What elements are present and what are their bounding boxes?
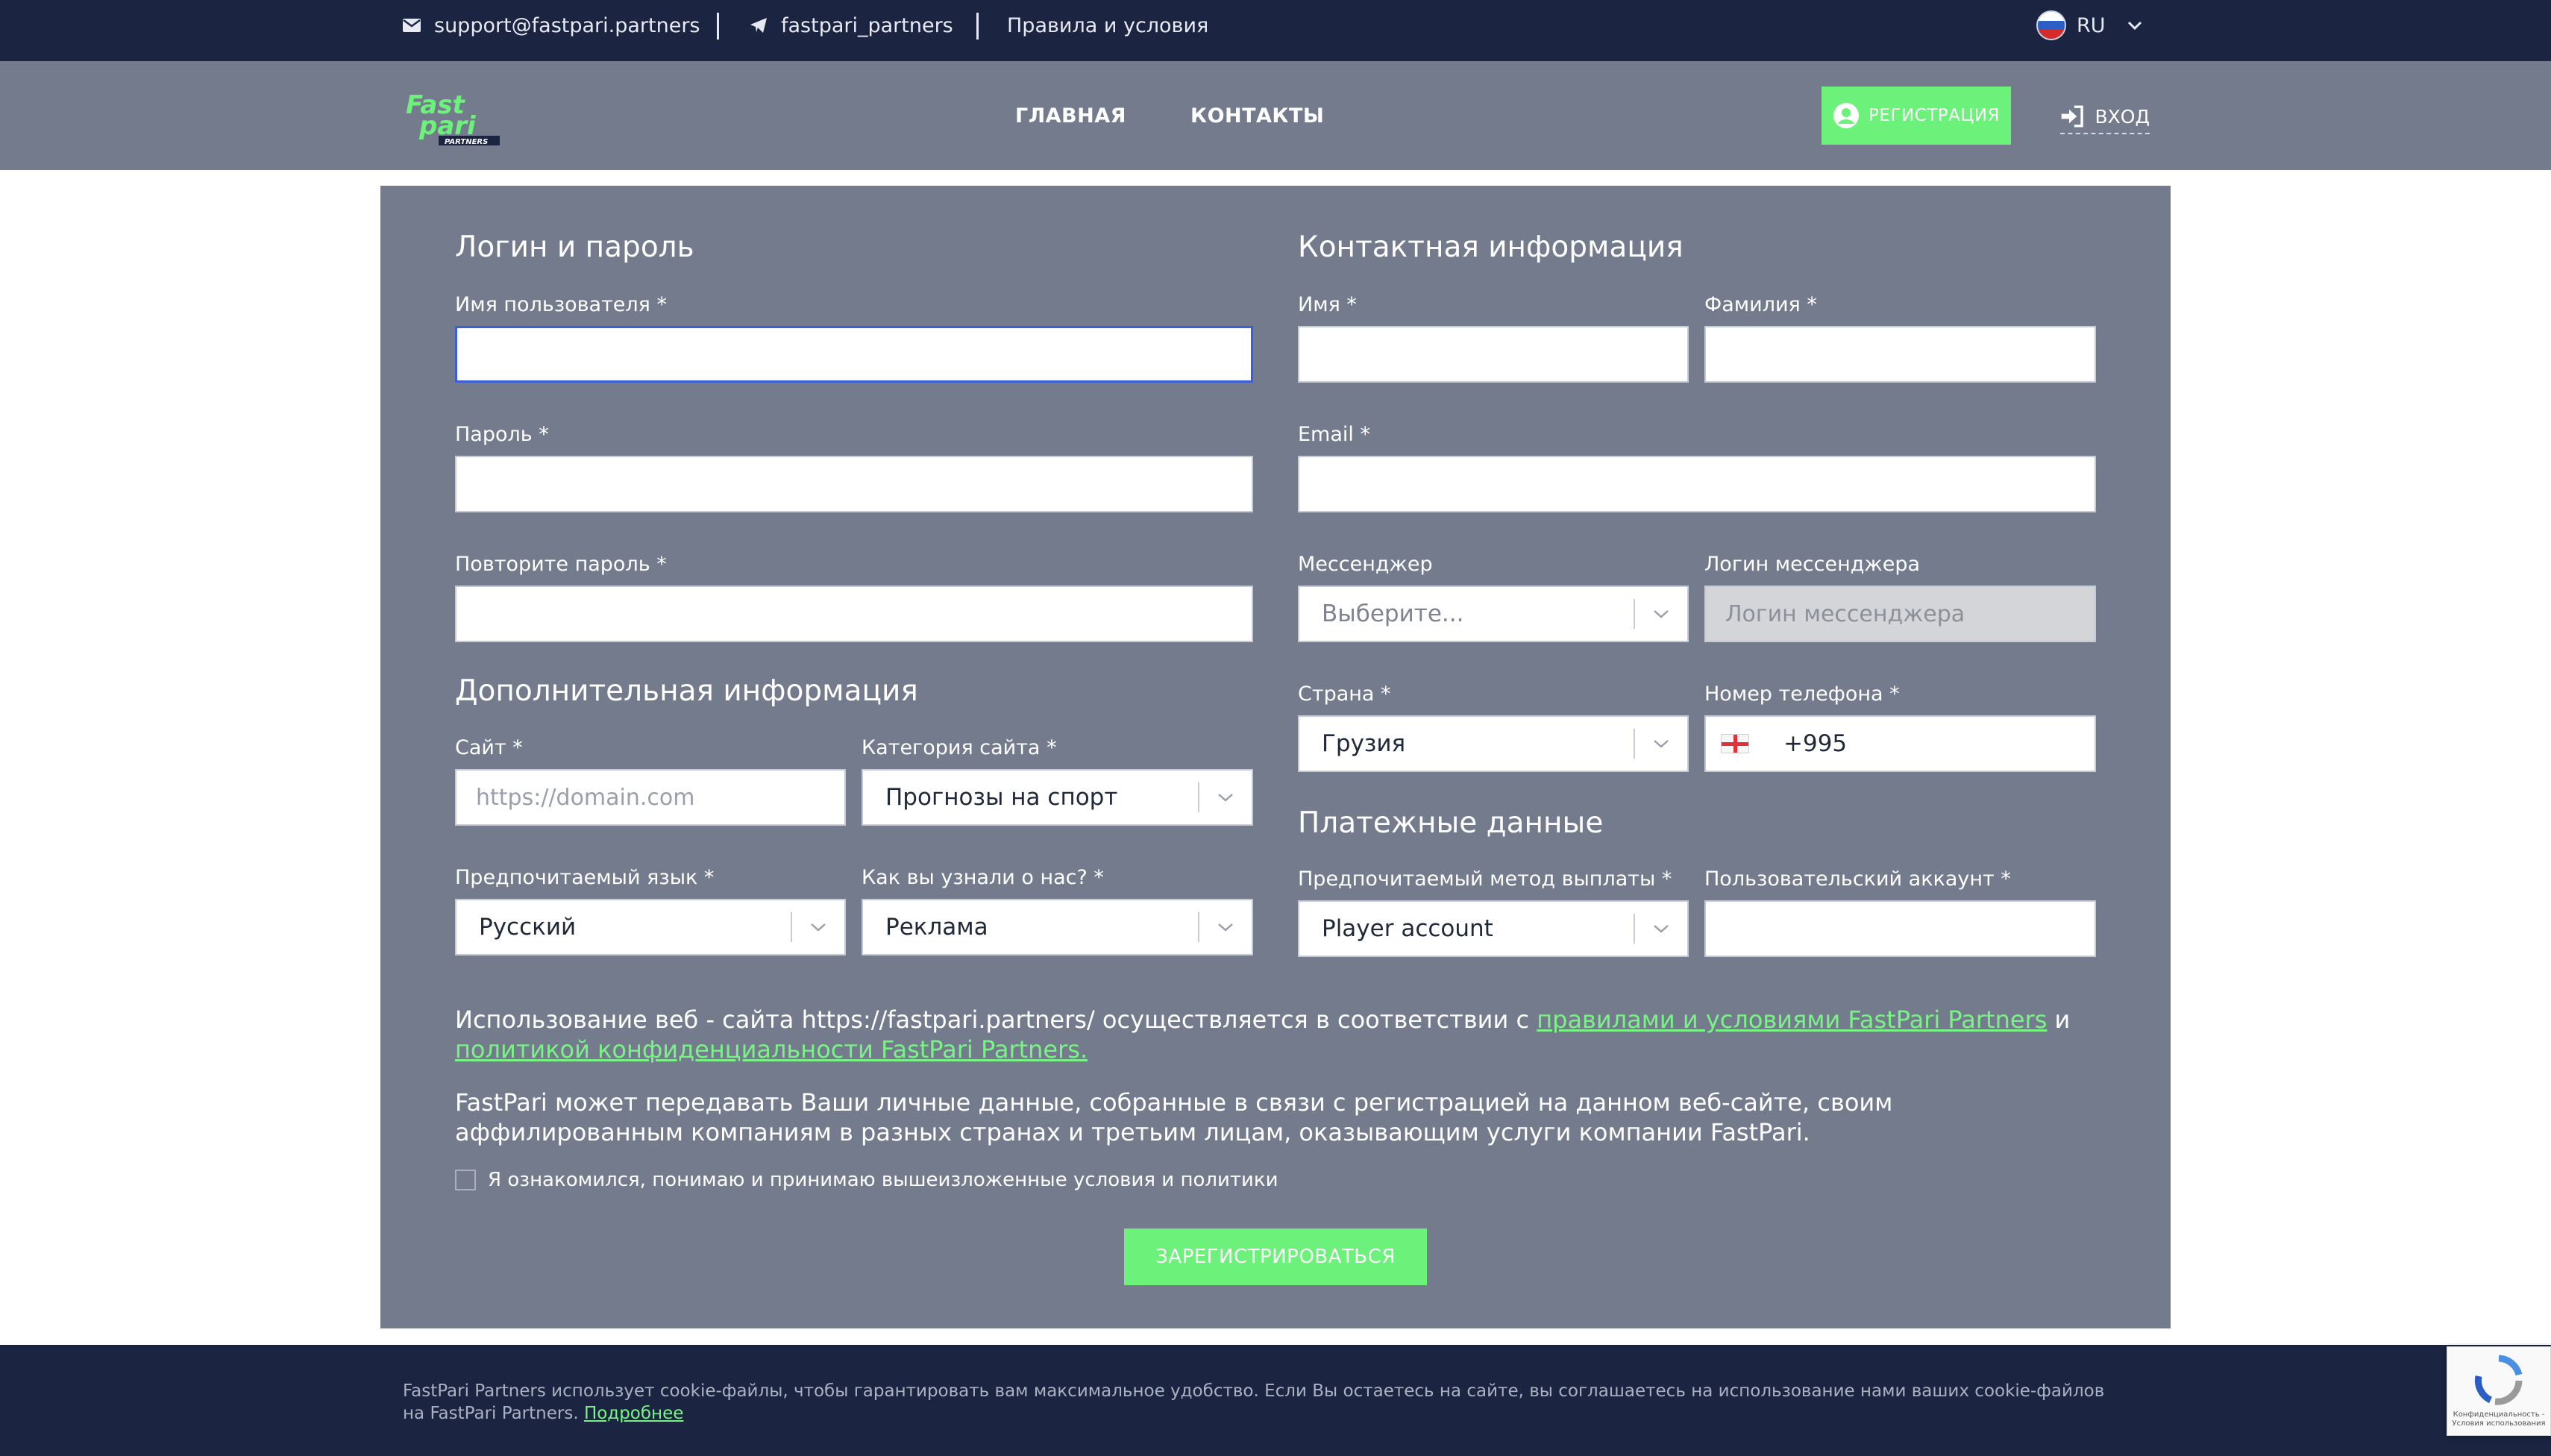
login-button[interactable]: ВХОД [2060, 100, 2150, 134]
terms-checkbox[interactable] [455, 1170, 476, 1190]
messenger-label: Мессенджер [1298, 553, 1433, 576]
terms-paragraph: Использование веб - сайта https://fastpa… [455, 1005, 2103, 1064]
nav-contacts-link[interactable]: КОНТАКТЫ [1190, 61, 1324, 170]
user-circle-icon [1833, 103, 1860, 128]
divider [717, 13, 719, 40]
chevron-down-icon [2127, 21, 2141, 31]
login-section-title: Логин и пароль [455, 230, 694, 264]
telegram-icon [750, 18, 767, 33]
support-email-link[interactable]: support@fastpari.partners [403, 0, 700, 51]
username-label: Имя пользователя * [455, 293, 667, 316]
language-select[interactable]: Русский [455, 899, 846, 956]
phone-input[interactable]: +995 [1704, 715, 2096, 772]
login-label: ВХОД [2095, 105, 2150, 128]
terms-and: и [2047, 1005, 2071, 1034]
language-value: Русский [479, 914, 577, 941]
username-input[interactable] [455, 326, 1253, 383]
mail-icon [403, 19, 421, 32]
chevron-down-icon [1635, 738, 1687, 749]
data-sharing-paragraph: FastPari может передавать Ваши личные да… [455, 1088, 1893, 1146]
messenger-login-input[interactable] [1704, 586, 2096, 642]
registration-form: Логин и пароль Имя пользователя * Пароль… [380, 186, 2171, 1328]
source-label: Как вы узнали о нас? * [862, 866, 1104, 889]
terms-conditions-link[interactable]: правилами и условиями FastPari Partners [1537, 1005, 2047, 1034]
language-code: RU [2077, 13, 2106, 37]
account-input[interactable] [1704, 900, 2096, 957]
source-select[interactable]: Реклама [862, 899, 1253, 956]
email-label: Email * [1298, 423, 1370, 446]
password-input[interactable] [455, 456, 1253, 512]
extra-section-title: Дополнительная информация [455, 674, 918, 708]
cookie-notice: FastPari Partners использует cookie-файл… [403, 1380, 2118, 1425]
telegram-link[interactable]: fastpari_partners [750, 0, 953, 51]
terms-checkbox-row[interactable]: Я ознакомился, понимаю и принимаю вышеиз… [455, 1169, 1278, 1191]
site-category-select[interactable]: Прогнозы на спорт [862, 769, 1253, 826]
chevron-down-icon [1199, 792, 1252, 803]
recaptcha-icon [2474, 1355, 2523, 1405]
register-button[interactable]: РЕГИСТРАЦИЯ [1822, 87, 2011, 145]
register-label: РЕГИСТРАЦИЯ [1868, 106, 2000, 125]
password-label: Пароль * [455, 423, 549, 446]
terms-checkbox-label: Я ознакомился, понимаю и принимаю вышеиз… [488, 1169, 1278, 1191]
support-email-text: support@fastpari.partners [434, 13, 700, 37]
language-label: Предпочитаемый язык * [455, 866, 715, 889]
country-value: Грузия [1322, 730, 1406, 757]
country-label: Страна * [1298, 682, 1391, 706]
nav-home-link[interactable]: ГЛАВНАЯ [1015, 61, 1126, 170]
password-repeat-input[interactable] [455, 586, 1253, 642]
phone-label: Номер телефона * [1704, 682, 1900, 706]
recaptcha-label: Конфиденциальность - Условия использован… [2452, 1410, 2546, 1428]
contact-section-title: Контактная информация [1298, 230, 1684, 264]
messenger-placeholder: Выберите... [1322, 600, 1464, 627]
language-selector[interactable]: RU [2036, 0, 2143, 51]
messenger-select[interactable]: Выберите... [1298, 586, 1689, 642]
phone-value: +995 [1783, 730, 1848, 757]
payout-label: Предпочитаемый метод выплаты * [1298, 867, 1672, 891]
last-name-input[interactable] [1704, 326, 2096, 383]
last-name-label: Фамилия * [1704, 293, 1817, 316]
messenger-login-label: Логин мессенджера [1704, 553, 1921, 576]
divider [976, 13, 979, 40]
site-category-label: Категория сайта * [862, 736, 1057, 759]
main-navbar: Fast pari PARTNERS ГЛАВНАЯ КОНТАКТЫ РЕГИ… [0, 61, 2551, 170]
cookie-footer: FastPari Partners использует cookie-файл… [0, 1345, 2551, 1456]
terms-text: Использование веб - сайта https://fastpa… [455, 1005, 1537, 1034]
account-label: Пользовательский аккаунт * [1704, 867, 2011, 891]
email-input[interactable] [1298, 456, 2096, 512]
chevron-down-icon [792, 922, 844, 932]
top-bar: support@fastpari.partners fastpari_partn… [0, 0, 2551, 61]
cookie-more-link[interactable]: Подробнее [584, 1404, 683, 1423]
password-repeat-label: Повторите пароль * [455, 553, 667, 576]
first-name-input[interactable] [1298, 326, 1689, 383]
flag-ru-icon [2036, 10, 2066, 40]
site-label: Сайт * [455, 736, 523, 759]
chevron-down-icon [1635, 609, 1687, 619]
logo-text-partners: PARTNERS [445, 138, 488, 146]
site-category-value: Прогнозы на спорт [885, 784, 1118, 811]
terms-text: Правила и условия [1007, 13, 1209, 37]
site-input[interactable] [455, 769, 846, 826]
telegram-text: fastpari_partners [781, 13, 953, 37]
chevron-down-icon [1635, 923, 1687, 934]
country-select[interactable]: Грузия [1298, 715, 1689, 772]
chevron-down-icon [1199, 922, 1252, 932]
submit-register-button[interactable]: ЗАРЕГИСТРИРОВАТЬСЯ [1124, 1228, 1427, 1285]
source-value: Реклама [885, 914, 988, 941]
payout-value: Player account [1322, 915, 1493, 942]
first-name-label: Имя * [1298, 293, 1357, 316]
payout-select[interactable]: Player account [1298, 900, 1689, 957]
terms-link[interactable]: Правила и условия [1007, 0, 1208, 51]
flag-ge-icon[interactable] [1721, 734, 1749, 753]
login-icon [2061, 105, 2083, 128]
fastpari-logo[interactable]: Fast pari PARTNERS [403, 90, 507, 146]
recaptcha-badge[interactable]: Конфиденциальность - Условия использован… [2447, 1346, 2551, 1436]
payment-section-title: Платежные данные [1298, 806, 1604, 840]
privacy-policy-link[interactable]: политикой конфиденциальности FastPari Pa… [455, 1035, 1088, 1064]
